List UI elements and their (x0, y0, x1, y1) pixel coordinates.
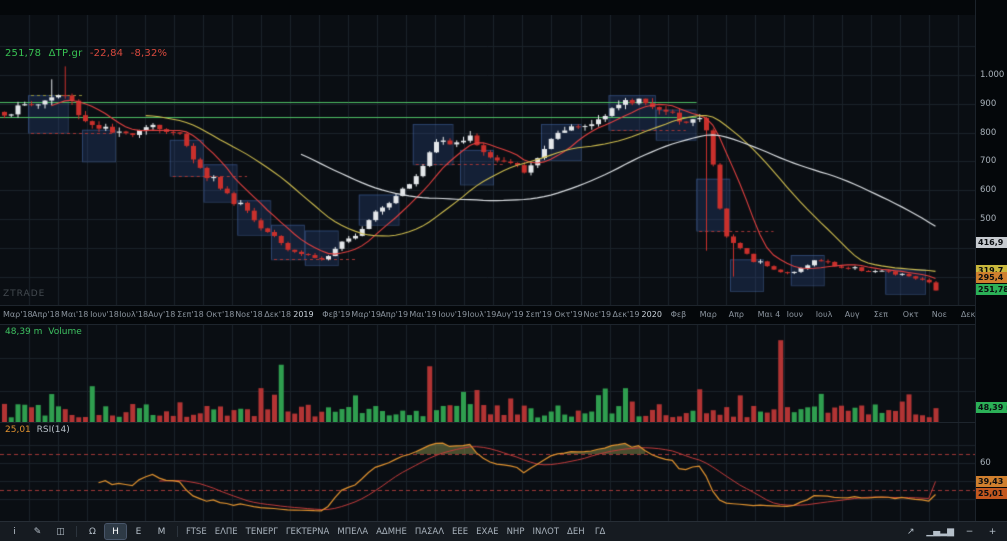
price-axis[interactable]: 1.000900800700600500416,9319,7295,4251,7… (975, 0, 1007, 521)
x-axis-label: Ιουν (787, 310, 803, 319)
last-price: 251,78 (5, 48, 41, 59)
bottom-toolbar: i✎◫ ΩΗΕΜ FTSEΕΛΠΕΤΕΝΕΡΓΓΕΚΤΕΡΝΑΜΠΕΛΑΑΔΜΗΕΠ… (0, 521, 1007, 541)
volume-indicator-label: 48,39 m Volume (5, 327, 85, 337)
x-axis-label: Δεκ'19 (613, 310, 640, 319)
x-axis-label: 2020 (642, 310, 662, 319)
price-tag: 251,78 (976, 284, 1007, 295)
ticker-button-5[interactable]: ΜΠΕΛΑ (334, 524, 371, 539)
x-axis-label: Αυγ (845, 310, 860, 319)
x-axis-label: 2019 (293, 310, 313, 319)
x-axis-label: Απρ'19 (380, 310, 408, 319)
timeframe-button-1[interactable]: Ω (82, 524, 103, 539)
price-axis-label: 800 (980, 128, 996, 138)
x-axis-label: Οκτ (903, 310, 919, 319)
x-axis-label: Ιουλ'19 (467, 310, 496, 319)
price-axis-label: 700 (980, 156, 996, 166)
volume-canvas[interactable] (0, 325, 975, 423)
rsi-value: 25,01 (5, 425, 31, 435)
x-axis-label: Μαρ'19 (351, 310, 381, 319)
trading-platform: 251,78 ΔΤΡ.gr -22,84 -8,32% ZTRADE Μαρ'1… (0, 0, 1007, 541)
ticker-button-6[interactable]: ΑΔΜΗΕ (373, 524, 410, 539)
ticker-button-4[interactable]: ΓΕΚΤΕΡΝΑ (283, 524, 333, 539)
toolbar-separator (76, 526, 77, 537)
price-tag: 295,4 (976, 272, 1007, 283)
x-axis-label: Μαι'18 (61, 310, 88, 319)
histogram-icon[interactable]: ▁▄▂▆ (923, 524, 957, 539)
ticker-button-2[interactable]: ΕΛΠΕ (212, 524, 241, 539)
ticker-button-8[interactable]: ΕΕΕ (449, 524, 471, 539)
x-axis-label: Απρ (729, 310, 744, 319)
x-axis-label: Νοε'19 (584, 310, 612, 319)
rsi-tag: 25,01 (976, 488, 1007, 499)
rsi-name: RSI(14) (37, 425, 70, 435)
x-axis-label: Οκτ'18 (206, 310, 234, 319)
price-change-percent: -8,32% (131, 48, 168, 59)
platform-watermark: ZTRADE (3, 289, 45, 299)
symbol-quote: 251,78 ΔΤΡ.gr -22,84 -8,32% (5, 48, 171, 59)
x-axis-label: Οκτ'19 (554, 310, 582, 319)
rsi-panel: 25,01 RSI(14) (0, 423, 975, 521)
x-axis-label: Μαρ'18 (3, 310, 33, 319)
ticker-button-3[interactable]: ΤΕΝΕΡΓ (243, 524, 281, 539)
x-axis-label: Δεκ'18 (264, 310, 291, 319)
x-axis-label: Ιουν'18 (90, 310, 119, 319)
x-axis-label: Ιουν'19 (438, 310, 467, 319)
price-axis-label: 600 (980, 185, 996, 195)
x-axis-label: Σεπ (874, 310, 888, 319)
timeframe-button-2[interactable]: Η (105, 524, 126, 539)
toolbar-separator (177, 526, 178, 537)
price-axis-label: 900 (980, 99, 996, 109)
x-axis-label: Σεπ'18 (177, 310, 204, 319)
volume-panel: 48,39 m Volume (0, 325, 975, 423)
timeframe-button-3[interactable]: Ε (128, 524, 149, 539)
zoom-out-button[interactable]: − (959, 524, 980, 539)
rsi-axis-label: 60 (980, 458, 991, 468)
rsi-tag: 39,43 (976, 476, 1007, 487)
x-axis-label: Ιουλ'18 (119, 310, 148, 319)
time-axis[interactable]: Μαρ'18Απρ'18Μαι'18Ιουν'18Ιουλ'18Αυγ'18Σε… (0, 305, 1007, 325)
x-axis-label: Μαρ (700, 310, 717, 319)
rsi-canvas[interactable] (0, 423, 975, 521)
volume-name: Volume (48, 327, 81, 337)
x-axis-label: Μαι'19 (409, 310, 436, 319)
price-tag: 416,9 (976, 237, 1007, 248)
ticker-button-11[interactable]: ΙΝΛΟΤ (529, 524, 562, 539)
x-axis-label: Αυγ'19 (496, 310, 523, 319)
line-chart-icon[interactable]: ↗ (900, 524, 921, 539)
ticker-button-10[interactable]: ΝΗΡ (504, 524, 528, 539)
price-change: -22,84 (90, 48, 123, 59)
ticker-button-12[interactable]: ΔΕΗ (564, 524, 588, 539)
chart-settings-button[interactable]: ◫ (50, 524, 71, 539)
x-axis-label: Δεκ (961, 310, 976, 319)
ticker-button-9[interactable]: ΕΧΑΕ (473, 524, 501, 539)
x-axis-label: Σεπ'19 (525, 310, 552, 319)
timeframe-button-4[interactable]: Μ (151, 524, 172, 539)
x-axis-label: Νοε'18 (235, 310, 263, 319)
ticker-button-7[interactable]: ΠΑΣΑΛ (412, 524, 447, 539)
x-axis-label: Απρ'18 (32, 310, 60, 319)
ticker-button-13[interactable]: ΓΔ (590, 524, 611, 539)
x-axis-label: Φεβ'19 (322, 310, 350, 319)
x-axis-label: Ιουλ (816, 310, 833, 319)
x-axis-label: Αυγ'18 (148, 310, 175, 319)
volume-tag: 48,39 m (976, 402, 1007, 413)
price-axis-label: 500 (980, 214, 996, 224)
x-axis-label: Νοε (932, 310, 947, 319)
volume-value: 48,39 m (5, 327, 42, 337)
draw-button[interactable]: ✎ (27, 524, 48, 539)
price-chart-panel: 251,78 ΔΤΡ.gr -22,84 -8,32% ZTRADE (0, 15, 975, 305)
panel-divider (0, 422, 975, 423)
zoom-in-button[interactable]: + (982, 524, 1003, 539)
info-button[interactable]: i (4, 524, 25, 539)
symbol-name: ΔΤΡ.gr (49, 48, 83, 59)
ticker-button-1[interactable]: FTSE (183, 524, 210, 539)
rsi-indicator-label: 25,01 RSI(14) (5, 425, 70, 435)
price-axis-label: 1.000 (980, 70, 1004, 80)
x-axis-label: Φεβ (671, 310, 687, 319)
x-axis-label: Μαι 4 (758, 310, 781, 319)
